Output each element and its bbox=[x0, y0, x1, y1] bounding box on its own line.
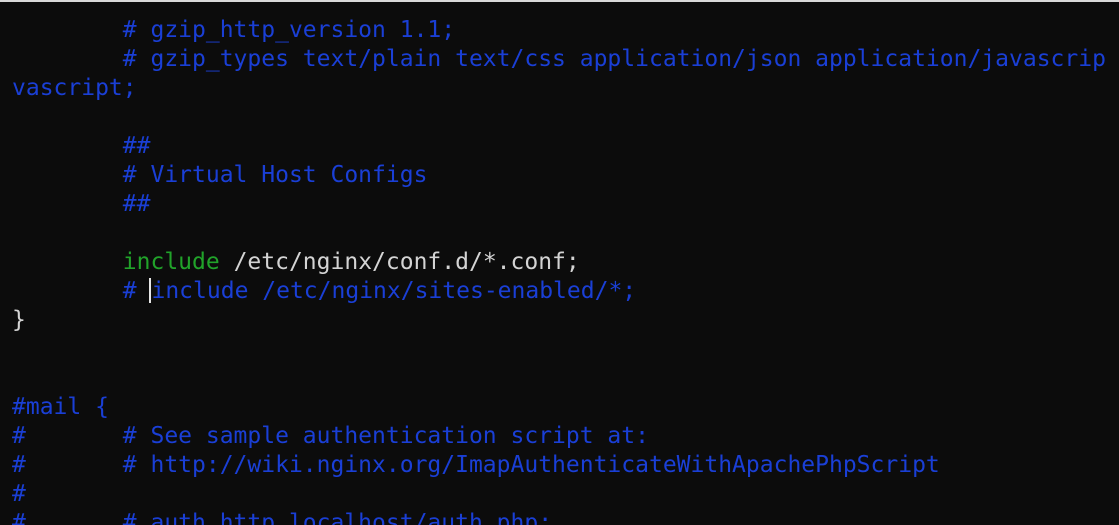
code-line-include-conf-d: include /etc/nginx/conf.d/*.conf; bbox=[12, 248, 1106, 277]
code-line-auth-script-note: # # See sample authentication script at: bbox=[12, 423, 649, 449]
commented-include-text: include /etc/nginx/sites-enabled/*; bbox=[151, 278, 637, 304]
code-line-hash-only: # bbox=[12, 481, 26, 507]
code-line-closing-brace: } bbox=[12, 307, 26, 333]
code-line-comment-divider: ## bbox=[12, 133, 151, 159]
code-line-virtual-host-heading: # Virtual Host Configs bbox=[12, 162, 428, 188]
include-path: /etc/nginx/conf.d/*.conf; bbox=[219, 249, 580, 275]
window-top-border bbox=[0, 0, 1119, 2]
code-line-auth-script-url: # # http://wiki.nginx.org/ImapAuthentica… bbox=[12, 452, 940, 478]
code-line-auth-http: # # auth_http localhost/auth.php; bbox=[12, 510, 553, 525]
comment-prefix: # bbox=[12, 278, 151, 304]
code-line-mail-block: #mail { bbox=[12, 394, 109, 420]
include-keyword: include bbox=[122, 249, 220, 275]
editor-text-area[interactable]: # gzip_http_version 1.1; # gzip_types te… bbox=[12, 16, 1106, 525]
code-line-comment-divider: ## bbox=[12, 191, 151, 217]
code-line-include-sites-enabled: # include /etc/nginx/sites-enabled/*; bbox=[12, 277, 1106, 306]
terminal-window[interactable]: # gzip_http_version 1.1; # gzip_types te… bbox=[0, 0, 1119, 525]
code-line-gzip-types: # gzip_types text/plain text/css applica… bbox=[12, 46, 1106, 72]
code-line-gzip-http-version: # gzip_http_version 1.1; bbox=[12, 17, 456, 43]
code-line-wrapped-continuation: vascript; bbox=[12, 75, 137, 101]
